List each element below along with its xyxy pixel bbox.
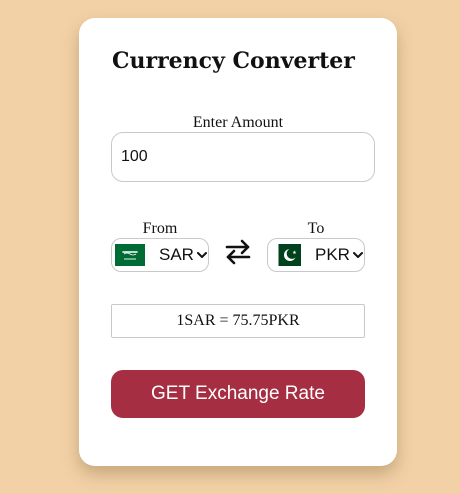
exchange-rate-result: 1SAR = 75.75PKR	[111, 304, 365, 338]
to-currency-select[interactable]: PKR	[267, 238, 365, 272]
from-label: From	[142, 220, 178, 237]
pakistan-flag-icon	[271, 244, 301, 266]
swap-arrows-icon[interactable]	[224, 237, 252, 265]
from-currency-select[interactable]: SAR	[111, 238, 209, 272]
chevron-down-icon	[352, 252, 363, 258]
from-currency-value: SAR	[159, 245, 194, 264]
chevron-down-icon	[196, 252, 207, 258]
amount-input[interactable]	[111, 132, 375, 182]
get-exchange-rate-button[interactable]: GET Exchange Rate	[111, 370, 365, 418]
to-currency-value: PKR	[315, 245, 350, 264]
converter-card: Currency Converter Enter Amount From SAR…	[79, 18, 397, 466]
saudi-arabia-flag-icon	[115, 244, 145, 266]
to-label: To	[307, 220, 325, 237]
amount-label: Enter Amount	[192, 114, 284, 131]
page-title: Currency Converter	[112, 48, 355, 74]
